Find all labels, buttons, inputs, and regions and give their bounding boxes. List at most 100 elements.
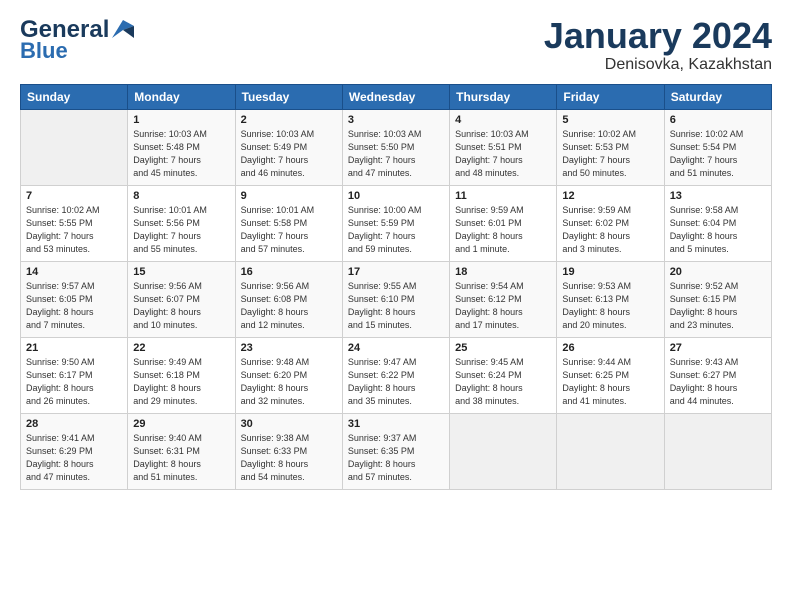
calendar-cell <box>21 109 128 185</box>
day-number: 28 <box>26 418 122 430</box>
day-info: Sunrise: 9:43 AMSunset: 6:27 PMDaylight:… <box>670 356 766 408</box>
day-number: 29 <box>133 418 229 430</box>
day-number: 16 <box>241 266 337 278</box>
day-number: 21 <box>26 342 122 354</box>
weekday-tuesday: Tuesday <box>235 84 342 109</box>
weekday-thursday: Thursday <box>450 84 557 109</box>
day-number: 23 <box>241 342 337 354</box>
week-row-5: 28 Sunrise: 9:41 AMSunset: 6:29 PMDayligh… <box>21 413 772 489</box>
week-row-4: 21 Sunrise: 9:50 AMSunset: 6:17 PMDayligh… <box>21 337 772 413</box>
day-number: 22 <box>133 342 229 354</box>
day-info: Sunrise: 10:03 AMSunset: 5:50 PMDaylight… <box>348 128 444 180</box>
day-info: Sunrise: 9:50 AMSunset: 6:17 PMDaylight:… <box>26 356 122 408</box>
day-number: 20 <box>670 266 766 278</box>
day-number: 6 <box>670 114 766 126</box>
day-info: Sunrise: 9:37 AMSunset: 6:35 PMDaylight:… <box>348 432 444 484</box>
day-info: Sunrise: 9:59 AMSunset: 6:01 PMDaylight:… <box>455 204 551 256</box>
day-info: Sunrise: 9:47 AMSunset: 6:22 PMDaylight:… <box>348 356 444 408</box>
day-number: 12 <box>562 190 658 202</box>
day-number: 8 <box>133 190 229 202</box>
calendar-cell: 8Sunrise: 10:01 AMSunset: 5:56 PMDayligh… <box>128 185 235 261</box>
calendar-cell: 17Sunrise: 9:55 AMSunset: 6:10 PMDayligh… <box>342 261 449 337</box>
day-number: 31 <box>348 418 444 430</box>
day-info: Sunrise: 9:53 AMSunset: 6:13 PMDaylight:… <box>562 280 658 332</box>
day-number: 17 <box>348 266 444 278</box>
calendar-cell: 16 Sunrise: 9:56 AMSunset: 6:08 PMDayligh… <box>235 261 342 337</box>
calendar-cell: 12 Sunrise: 9:59 AMSunset: 6:02 PMDayligh… <box>557 185 664 261</box>
month-title: January 2024 <box>544 16 772 56</box>
day-number: 7 <box>26 190 122 202</box>
weekday-header-row: SundayMondayTuesdayWednesdayThursdayFrid… <box>21 84 772 109</box>
day-number: 24 <box>348 342 444 354</box>
day-info: Sunrise: 10:02 AMSunset: 5:54 PMDaylight… <box>670 128 766 180</box>
day-number: 26 <box>562 342 658 354</box>
calendar-cell: 2Sunrise: 10:03 AMSunset: 5:49 PMDayligh… <box>235 109 342 185</box>
calendar-cell: 3 Sunrise: 10:03 AMSunset: 5:50 PMDayligh… <box>342 109 449 185</box>
calendar-cell: 15 Sunrise: 9:56 AMSunset: 6:07 PMDayligh… <box>128 261 235 337</box>
day-info: Sunrise: 9:54 AMSunset: 6:12 PMDaylight:… <box>455 280 551 332</box>
day-number: 15 <box>133 266 229 278</box>
week-row-1: 1 Sunrise: 10:03 AMSunset: 5:48 PMDayligh… <box>21 109 772 185</box>
calendar-cell: 6 Sunrise: 10:02 AMSunset: 5:54 PMDayligh… <box>664 109 771 185</box>
day-info: Sunrise: 9:56 AMSunset: 6:08 PMDaylight:… <box>241 280 337 332</box>
day-info: Sunrise: 9:52 AMSunset: 6:15 PMDaylight:… <box>670 280 766 332</box>
day-info: Sunrise: 9:38 AMSunset: 6:33 PMDaylight:… <box>241 432 337 484</box>
calendar-cell: 23Sunrise: 9:48 AMSunset: 6:20 PMDayligh… <box>235 337 342 413</box>
week-row-2: 7 Sunrise: 10:02 AMSunset: 5:55 PMDayligh… <box>21 185 772 261</box>
calendar-cell: 13 Sunrise: 9:58 AMSunset: 6:04 PMDayligh… <box>664 185 771 261</box>
calendar-cell: 29Sunrise: 9:40 AMSunset: 6:31 PMDayligh… <box>128 413 235 489</box>
weekday-friday: Friday <box>557 84 664 109</box>
calendar-cell <box>450 413 557 489</box>
day-number: 27 <box>670 342 766 354</box>
day-number: 4 <box>455 114 551 126</box>
day-info: Sunrise: 9:57 AMSunset: 6:05 PMDaylight:… <box>26 280 122 332</box>
calendar-cell: 21 Sunrise: 9:50 AMSunset: 6:17 PMDayligh… <box>21 337 128 413</box>
calendar-cell: 14 Sunrise: 9:57 AMSunset: 6:05 PMDayligh… <box>21 261 128 337</box>
calendar-cell: 10 Sunrise: 10:00 AMSunset: 5:59 PMDaylig… <box>342 185 449 261</box>
calendar-table: SundayMondayTuesdayWednesdayThursdayFrid… <box>20 84 772 490</box>
day-number: 3 <box>348 114 444 126</box>
day-number: 1 <box>133 114 229 126</box>
weekday-monday: Monday <box>128 84 235 109</box>
page: General Blue January 2024 Denisovka, Kaz… <box>0 0 792 612</box>
day-info: Sunrise: 9:56 AMSunset: 6:07 PMDaylight:… <box>133 280 229 332</box>
day-info: Sunrise: 10:03 AMSunset: 5:48 PMDaylight… <box>133 128 229 180</box>
logo-bird-icon <box>112 20 134 38</box>
day-info: Sunrise: 9:58 AMSunset: 6:04 PMDaylight:… <box>670 204 766 256</box>
calendar-cell: 5Sunrise: 10:02 AMSunset: 5:53 PMDayligh… <box>557 109 664 185</box>
calendar-cell: 20 Sunrise: 9:52 AMSunset: 6:15 PMDayligh… <box>664 261 771 337</box>
day-info: Sunrise: 9:41 AMSunset: 6:29 PMDaylight:… <box>26 432 122 484</box>
day-number: 14 <box>26 266 122 278</box>
day-info: Sunrise: 10:00 AMSunset: 5:59 PMDaylight… <box>348 204 444 256</box>
day-number: 13 <box>670 190 766 202</box>
week-row-3: 14 Sunrise: 9:57 AMSunset: 6:05 PMDayligh… <box>21 261 772 337</box>
calendar-cell: 22 Sunrise: 9:49 AMSunset: 6:18 PMDayligh… <box>128 337 235 413</box>
location: Denisovka, Kazakhstan <box>544 56 772 74</box>
calendar-cell: 9 Sunrise: 10:01 AMSunset: 5:58 PMDayligh… <box>235 185 342 261</box>
calendar-cell: 4 Sunrise: 10:03 AMSunset: 5:51 PMDayligh… <box>450 109 557 185</box>
calendar-cell: 25Sunrise: 9:45 AMSunset: 6:24 PMDayligh… <box>450 337 557 413</box>
day-number: 10 <box>348 190 444 202</box>
day-info: Sunrise: 10:01 AMSunset: 5:58 PMDaylight… <box>241 204 337 256</box>
calendar-cell: 27 Sunrise: 9:43 AMSunset: 6:27 PMDayligh… <box>664 337 771 413</box>
day-info: Sunrise: 9:49 AMSunset: 6:18 PMDaylight:… <box>133 356 229 408</box>
day-number: 2 <box>241 114 337 126</box>
calendar-cell: 19 Sunrise: 9:53 AMSunset: 6:13 PMDayligh… <box>557 261 664 337</box>
calendar-cell: 24 Sunrise: 9:47 AMSunset: 6:22 PMDayligh… <box>342 337 449 413</box>
weekday-saturday: Saturday <box>664 84 771 109</box>
weekday-sunday: Sunday <box>21 84 128 109</box>
day-number: 9 <box>241 190 337 202</box>
calendar-cell <box>664 413 771 489</box>
calendar-cell: 30 Sunrise: 9:38 AMSunset: 6:33 PMDayligh… <box>235 413 342 489</box>
day-number: 30 <box>241 418 337 430</box>
weekday-wednesday: Wednesday <box>342 84 449 109</box>
calendar-cell: 11Sunrise: 9:59 AMSunset: 6:01 PMDayligh… <box>450 185 557 261</box>
calendar-cell: 1 Sunrise: 10:03 AMSunset: 5:48 PMDayligh… <box>128 109 235 185</box>
day-info: Sunrise: 9:59 AMSunset: 6:02 PMDaylight:… <box>562 204 658 256</box>
day-info: Sunrise: 10:03 AMSunset: 5:51 PMDaylight… <box>455 128 551 180</box>
day-info: Sunrise: 10:02 AMSunset: 5:55 PMDaylight… <box>26 204 122 256</box>
title-block: January 2024 Denisovka, Kazakhstan <box>544 16 772 74</box>
day-number: 19 <box>562 266 658 278</box>
day-info: Sunrise: 10:02 AMSunset: 5:53 PMDaylight… <box>562 128 658 180</box>
day-info: Sunrise: 9:44 AMSunset: 6:25 PMDaylight:… <box>562 356 658 408</box>
